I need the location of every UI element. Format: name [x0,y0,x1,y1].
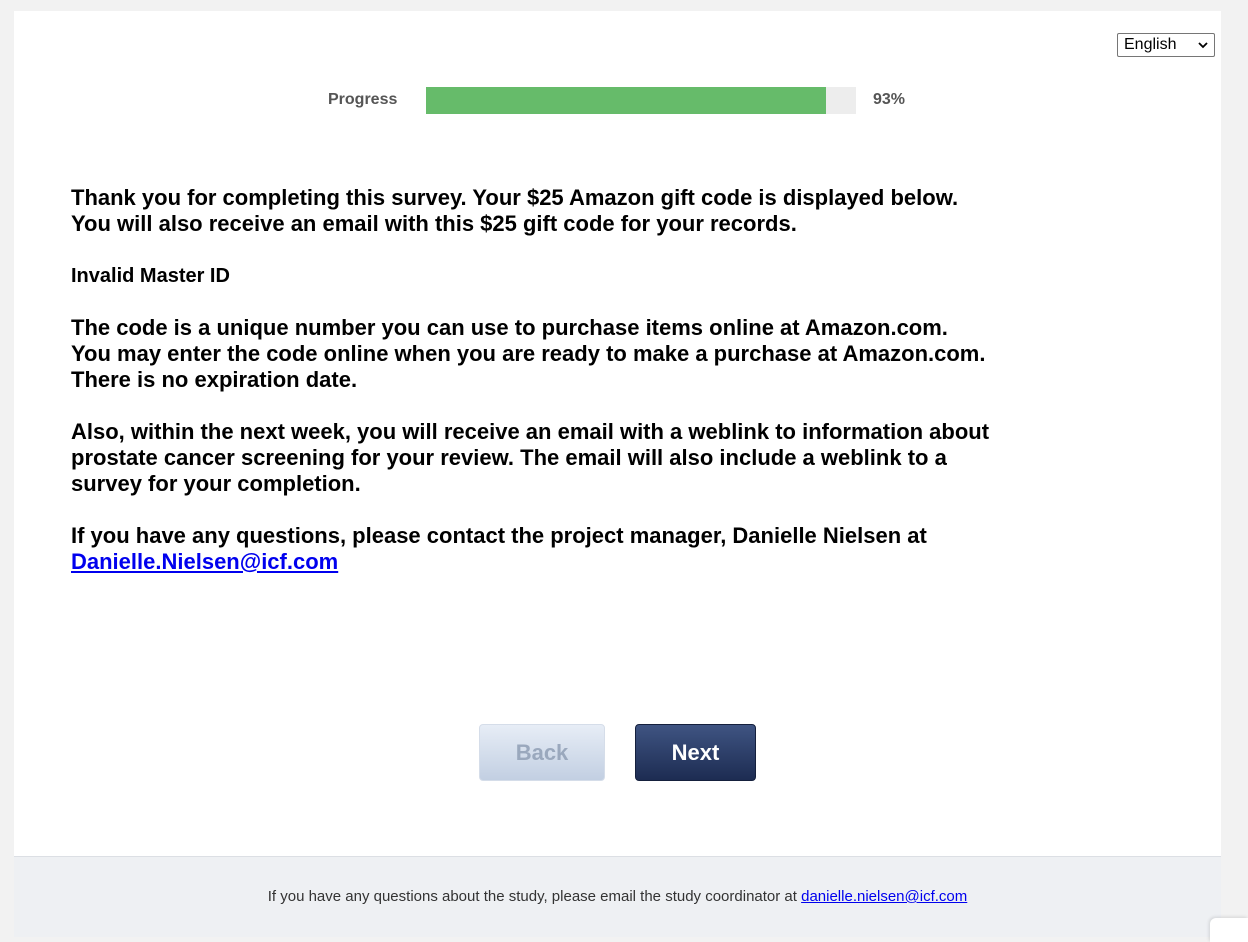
progress-percent: 93% [873,91,906,108]
followup-line-2: prostate cancer screening for your revie… [71,445,947,470]
footer: If you have any questions about the stud… [14,856,1221,937]
language-select-value: English [1124,36,1177,53]
progress-label: Progress [328,91,398,108]
contact-paragraph: If you have any questions, please contac… [71,523,1201,575]
code-info-line-3: There is no expiration date. [71,367,358,392]
next-button[interactable]: Next [635,724,756,781]
invalid-id-message: Invalid Master ID [71,265,230,287]
back-button[interactable]: Back [479,724,605,781]
followup-line-3: survey for your completion. [71,471,361,496]
thanks-paragraph: Thank you for completing this survey. Yo… [71,185,1201,237]
completion-message: Thank you for completing this survey. Yo… [71,185,1201,601]
contact-email-link[interactable]: Danielle.Nielsen@icf.com [71,549,338,574]
footer-email-link[interactable]: danielle.nielsen@icf.com [801,888,967,905]
language-select[interactable]: English [1117,33,1215,57]
thanks-line-2: You will also receive an email with this… [71,211,797,236]
survey-page: English Progress 93% Thank you for compl… [14,11,1221,937]
thanks-line-1: Thank you for completing this survey. Yo… [71,185,959,210]
code-info-line-1: The code is a unique number you can use … [71,315,948,340]
followup-line-1: Also, within the next week, you will rec… [71,419,990,444]
progress-bar [426,87,856,114]
footer-text-block: If you have any questions about the stud… [14,888,1221,905]
progress-bar-fill [426,87,826,114]
corner-widget[interactable] [1210,918,1248,942]
progress-row: Progress 93% [14,87,1221,115]
code-info-paragraph: The code is a unique number you can use … [71,315,1201,393]
code-info-line-2: You may enter the code online when you a… [71,341,986,366]
footer-text: If you have any questions about the stud… [267,888,797,905]
followup-paragraph: Also, within the next week, you will rec… [71,419,1201,497]
contact-text: If you have any questions, please contac… [71,523,927,548]
chevron-down-icon [1198,42,1208,49]
